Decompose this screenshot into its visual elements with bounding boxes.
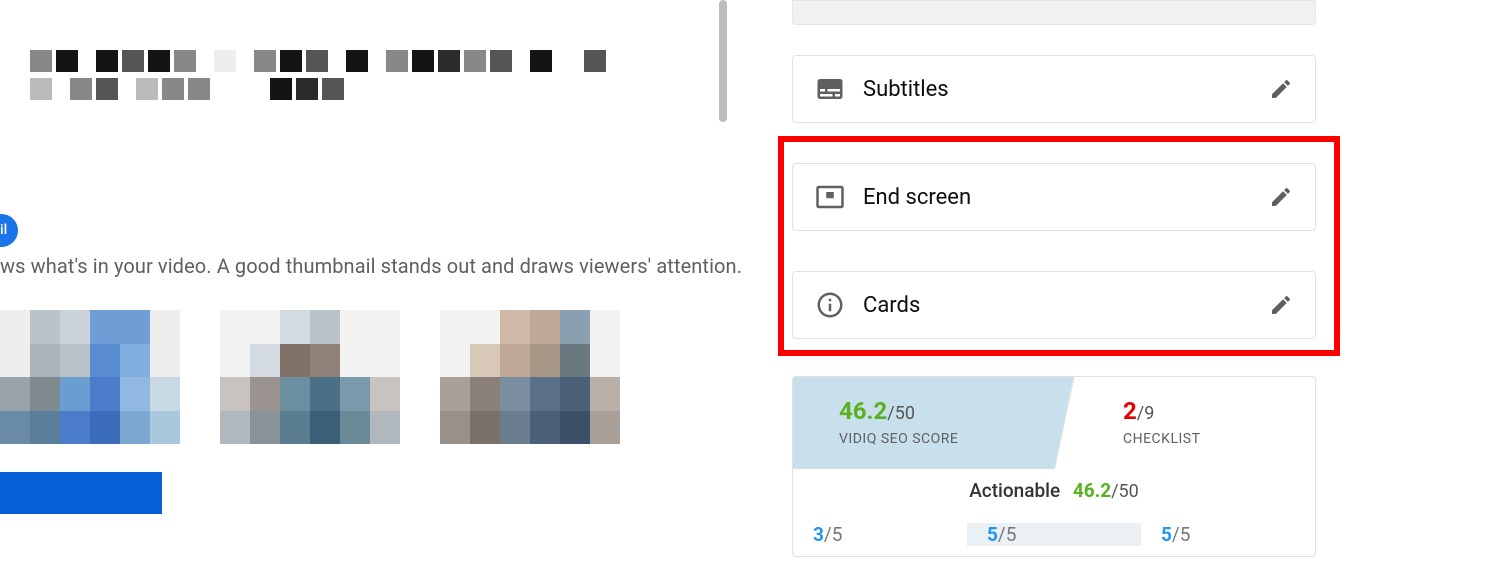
cards-card[interactable]: Cards <box>792 271 1316 339</box>
thumbnail-pill-fragment: il <box>0 214 18 247</box>
vidiq-checklist-tab[interactable]: 2/9 CHECKLIST <box>1054 377 1317 469</box>
end-screen-card[interactable]: End screen <box>792 163 1316 231</box>
end-screen-label: End screen <box>863 185 971 210</box>
pixelated-text-block <box>30 50 610 106</box>
end-screen-icon <box>815 182 845 212</box>
thumbnail-option-1[interactable] <box>0 310 180 444</box>
card-collapsed-top <box>792 0 1316 25</box>
vidiq-checklist-value: 2 <box>1122 397 1136 425</box>
pencil-icon[interactable] <box>1269 185 1293 209</box>
scrollbar[interactable] <box>719 0 727 122</box>
actionable-max: /50 <box>1111 481 1139 502</box>
metric-2: 5/5 <box>967 523 1141 546</box>
pencil-icon[interactable] <box>1269 293 1293 317</box>
metric-1: 3/5 <box>793 523 967 546</box>
cards-label: Cards <box>863 293 920 318</box>
actionable-label: Actionable <box>969 479 1060 502</box>
actionable-row: Actionable 46.2/50 <box>793 469 1315 512</box>
vidiq-score-tab[interactable]: 46.2/50 VIDIQ SEO SCORE <box>793 377 1054 469</box>
vidiq-score-max: /50 <box>887 403 915 424</box>
metric-row: 3/5 5/5 5/5 <box>793 512 1315 556</box>
thumbnail-option-3[interactable] <box>440 310 620 444</box>
actionable-value: 46.2 <box>1073 479 1111 502</box>
pencil-icon[interactable] <box>1269 77 1293 101</box>
info-icon <box>815 290 845 320</box>
thumbnail-description: ws what's in your video. A good thumbnai… <box>0 254 742 278</box>
vidiq-checklist-max: /9 <box>1136 403 1154 424</box>
metric-3: 5/5 <box>1141 523 1315 546</box>
subtitles-icon <box>815 74 845 104</box>
subtitles-card[interactable]: Subtitles <box>792 55 1316 123</box>
vidiq-score-value: 46.2 <box>839 397 887 425</box>
vidiq-score-label: VIDIQ SEO SCORE <box>839 431 1024 447</box>
thumbnail-choices <box>0 310 620 444</box>
upload-thumbnail-button[interactable] <box>0 472 162 514</box>
vidiq-checklist-label: CHECKLIST <box>1122 431 1295 447</box>
vidiq-panel: 46.2/50 VIDIQ SEO SCORE 2/9 CHECKLIST Ac… <box>792 376 1316 557</box>
subtitles-label: Subtitles <box>863 77 949 102</box>
thumbnail-option-2[interactable] <box>220 310 400 444</box>
